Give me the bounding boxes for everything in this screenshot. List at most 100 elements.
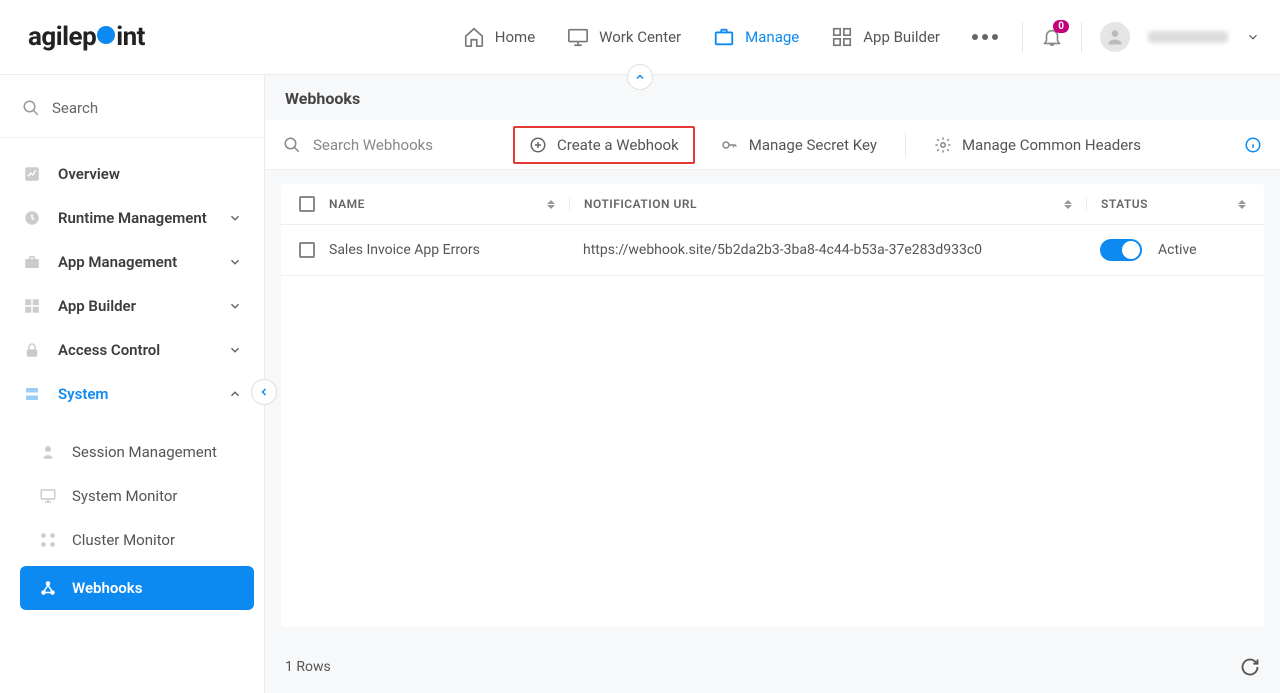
row-checkbox[interactable] [299,242,329,258]
plus-circle-icon [529,136,547,154]
clock-icon [22,208,42,228]
search-icon [22,99,40,117]
chevron-left-icon [258,386,270,398]
lock-icon [22,340,42,360]
sidebar-item-system[interactable]: System [0,372,264,416]
cell-name: Sales Invoice App Errors [329,242,569,258]
chart-icon [22,164,42,184]
sub-item-webhooks[interactable]: Webhooks [20,566,254,610]
nav-label: Manage [745,28,799,46]
column-name[interactable]: NAME [329,197,569,211]
column-status[interactable]: STATUS [1086,197,1246,211]
gear-icon [934,136,952,154]
briefcase-icon [713,26,735,48]
table-footer: 1 Rows [265,641,1280,693]
sub-item-label: Webhooks [72,579,142,597]
cluster-icon [38,530,58,550]
key-icon [719,136,739,154]
nav-label: Work Center [599,28,681,46]
page-toolbar: Search Webhooks Create a Webhook Manage … [265,120,1280,170]
search-placeholder: Search Webhooks [313,136,433,154]
sidebar-item-label: App Management [58,253,177,271]
nav-work-center[interactable]: Work Center [567,26,681,48]
nav-home[interactable]: Home [463,26,535,48]
sidebar-collapse-toggle[interactable] [251,379,277,405]
sidebar-item-app-builder[interactable]: App Builder [0,284,264,328]
system-submenu: Session Management System Monitor Cluste… [0,430,264,610]
sidebar-item-label: Access Control [58,341,160,359]
nav-app-builder[interactable]: App Builder [831,26,940,48]
header-right: 0 [1022,22,1260,52]
apps-icon [831,26,853,48]
nav-label: App Builder [863,28,940,46]
server-icon [22,384,42,404]
row-count-label: 1 Rows [285,659,331,675]
home-icon [463,26,485,48]
sidebar: Search Overview Runtime Management App M… [0,75,265,693]
sidebar-item-runtime-mgmt[interactable]: Runtime Management [0,196,264,240]
cell-url: https://webhook.site/5b2da2b3-3ba8-4c44-… [569,242,1086,258]
create-webhook-button[interactable]: Create a Webhook [513,126,695,164]
grid-icon [22,296,42,316]
table-header: NAME NOTIFICATION URL STATUS [281,184,1264,225]
logo-dot-icon [97,26,115,44]
monitor-icon [567,26,589,48]
notifications-button[interactable]: 0 [1041,26,1063,48]
sub-item-label: Session Management [72,443,217,461]
button-label: Manage Secret Key [749,136,877,154]
search-icon [283,136,301,154]
divider-icon [1022,22,1023,52]
sidebar-item-label: System [58,385,108,403]
button-label: Manage Common Headers [962,136,1141,154]
divider-icon [1081,22,1082,52]
divider-icon [905,133,906,157]
toolbox-icon [22,252,42,272]
sub-item-cluster-monitor[interactable]: Cluster Monitor [0,518,264,562]
sidebar-item-access-control[interactable]: Access Control [0,328,264,372]
chevron-down-icon [228,211,242,225]
sidebar-item-overview[interactable]: Overview [0,152,264,196]
sub-item-system-monitor[interactable]: System Monitor [0,474,264,518]
column-label: NAME [329,197,365,211]
sidebar-item-label: Overview [58,165,120,183]
app-logo: agilep int [28,22,145,52]
user-avatar[interactable] [1100,22,1130,52]
person-icon [1105,27,1125,47]
logo-text-post: int [116,22,145,52]
button-label: Create a Webhook [557,136,679,154]
table-row[interactable]: Sales Invoice App Errors https://webhook… [281,225,1264,276]
search-webhooks-input[interactable]: Search Webhooks [283,136,513,154]
info-icon [1244,136,1262,154]
header-collapse-toggle[interactable] [627,64,653,90]
nav-label: Home [495,28,535,46]
nav-manage[interactable]: Manage [713,26,799,48]
sidebar-item-app-mgmt[interactable]: App Management [0,240,264,284]
column-label: NOTIFICATION URL [584,197,697,211]
cell-status: Active [1086,239,1246,261]
chevron-down-icon[interactable] [1246,30,1260,44]
status-toggle[interactable] [1100,239,1142,261]
search-placeholder: Search [52,99,98,117]
logo-text-pre: agilep [28,22,96,52]
info-button[interactable] [1244,136,1262,154]
manage-common-headers-button[interactable]: Manage Common Headers [920,128,1155,162]
sidebar-item-label: Runtime Management [58,209,207,227]
page-title: Webhooks [265,75,1280,120]
sub-item-label: Cluster Monitor [72,531,175,549]
nav-more-button[interactable] [972,34,998,40]
status-label: Active [1158,242,1197,258]
sort-icon [1238,200,1246,209]
sidebar-search-input[interactable]: Search [0,85,264,138]
manage-secret-key-button[interactable]: Manage Secret Key [705,128,891,162]
monitor-icon [38,486,58,506]
chevron-up-icon [228,387,242,401]
sub-item-session-mgmt[interactable]: Session Management [0,430,264,474]
sort-icon [547,200,555,209]
chevron-up-icon [634,71,646,83]
webhook-icon [38,578,58,598]
column-url[interactable]: NOTIFICATION URL [569,197,1086,211]
refresh-button[interactable] [1240,657,1260,677]
chevron-down-icon [228,343,242,357]
webhooks-table: NAME NOTIFICATION URL STATUS Sales Invoi… [281,184,1264,627]
select-all-checkbox[interactable] [299,196,329,212]
